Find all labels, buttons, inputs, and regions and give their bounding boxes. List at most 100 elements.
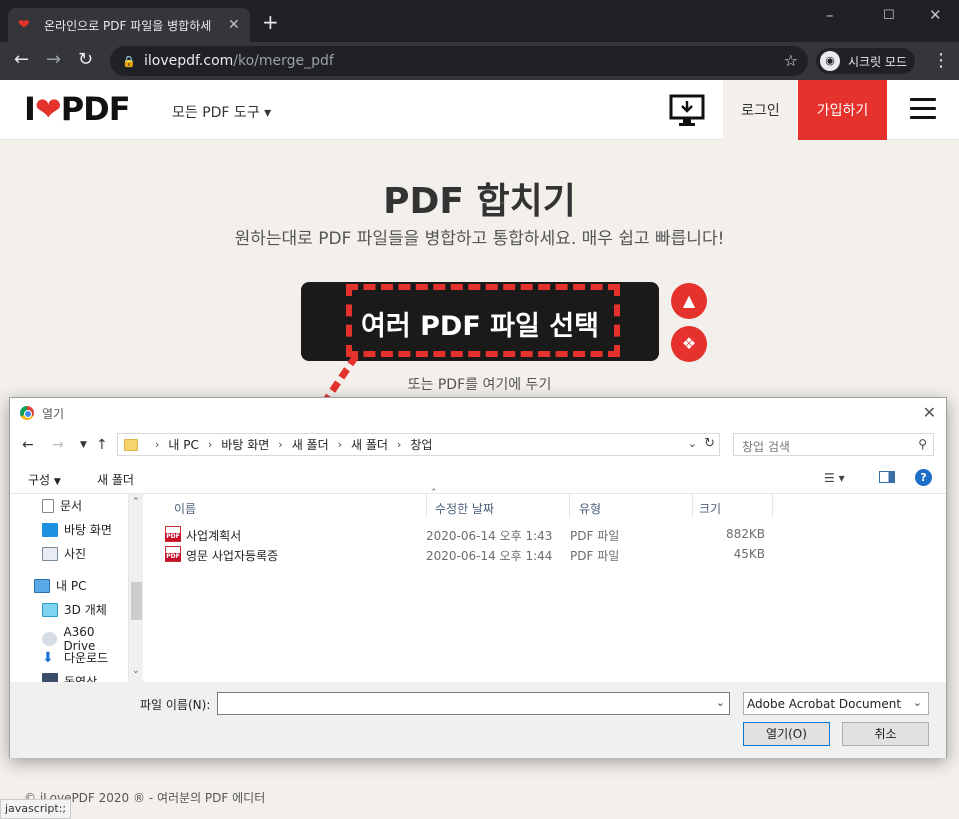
tree-item-desktop[interactable]: 바탕 화면 xyxy=(42,521,112,538)
signup-button[interactable]: 가입하기 xyxy=(798,80,887,140)
column-date[interactable]: 수정한 날짜 xyxy=(435,500,494,517)
breadcrumb-item[interactable]: 새 폴더 xyxy=(292,436,329,453)
dropbox-icon[interactable]: ❖ xyxy=(671,326,707,362)
dialog-close-icon[interactable]: ✕ xyxy=(923,403,936,422)
column-size[interactable]: 크기 xyxy=(699,500,721,517)
file-row[interactable]: 영문 사업자등록증 2020-06-14 오후 1:44 PDF 파일 45KB xyxy=(155,544,946,564)
tree-item-pictures[interactable]: 사진 xyxy=(42,545,86,562)
scroll-up-icon[interactable]: ⌃ xyxy=(132,497,140,507)
window-close-icon[interactable]: ✕ xyxy=(929,6,942,24)
organize-button[interactable]: 구성 ▼ xyxy=(28,471,61,488)
folder-icon xyxy=(124,438,138,451)
crumb-separator: › xyxy=(278,438,283,451)
help-icon[interactable]: ? xyxy=(915,469,932,486)
browser-tab[interactable]: ❤ 온라인으로 PDF 파일을 병합하세 ✕ xyxy=(8,8,250,42)
breadcrumb-item[interactable]: 바탕 화면 xyxy=(221,436,269,453)
tree-item-videos[interactable]: 동영상 xyxy=(42,673,97,682)
select-pdf-files-label: 여러 PDF 파일 선택 xyxy=(361,311,599,342)
forward-icon[interactable]: → xyxy=(46,50,61,70)
new-folder-button[interactable]: 새 폴더 xyxy=(97,471,134,488)
incognito-label: 시크릿 모드 xyxy=(848,54,908,69)
ilovepdf-logo[interactable]: I❤PDF xyxy=(24,90,131,128)
new-tab-icon[interactable]: + xyxy=(262,12,279,32)
address-bar[interactable]: 🔒 ilovepdf.com/ko/merge_pdf ☆ xyxy=(110,46,808,76)
browser-menu-icon[interactable]: ⋮ xyxy=(932,50,950,71)
filename-label: 파일 이름(N): xyxy=(140,698,211,712)
view-options-icon[interactable]: ☰ ▾ xyxy=(824,471,845,485)
breadcrumb-item[interactable]: 새 폴더 xyxy=(351,436,388,453)
computer-icon xyxy=(34,578,50,593)
minimize-icon[interactable]: – xyxy=(826,6,834,24)
hamburger-menu-icon[interactable] xyxy=(910,98,936,120)
file-type: PDF 파일 xyxy=(570,549,620,563)
file-type: PDF 파일 xyxy=(570,529,620,543)
folder-path-bar[interactable]: › 내 PC › 바탕 화면 › 새 폴더 › 새 폴더 › 창업 ⌄ ↻ xyxy=(117,433,720,456)
reload-icon[interactable]: ↻ xyxy=(78,50,93,70)
preview-pane-icon[interactable] xyxy=(879,471,895,483)
tree-item-downloads[interactable]: ⬇ 다운로드 xyxy=(42,649,108,666)
google-drive-icon[interactable]: ▲ xyxy=(671,283,707,319)
incognito-indicator[interactable]: ◉ 시크릿 모드 xyxy=(816,48,916,74)
column-divider[interactable] xyxy=(569,494,570,518)
file-list-header: ⌃ 이름 수정한 날짜 유형 크기 xyxy=(155,488,946,518)
dialog-back-icon[interactable]: ← xyxy=(22,437,34,453)
column-divider[interactable] xyxy=(772,494,773,518)
folder-search-input[interactable]: 창업 검색 ⚲ xyxy=(733,433,934,456)
select-pdf-files-button[interactable]: 여러 PDF 파일 선택 xyxy=(301,282,659,361)
browser-toolbar: ← → ↻ 🔒 ilovepdf.com/ko/merge_pdf ☆ ◉ 시크… xyxy=(0,42,959,80)
file-row[interactable]: 사업계획서 2020-06-14 오후 1:43 PDF 파일 882KB xyxy=(155,524,946,544)
scrollbar-thumb[interactable] xyxy=(131,582,142,620)
breadcrumb-item[interactable]: 창업 xyxy=(410,436,432,453)
tab-title: 온라인으로 PDF 파일을 병합하세 xyxy=(44,18,212,33)
site-header: I❤PDF 모든 PDF 도구 ▾ 로그인 가입하기 xyxy=(0,80,959,140)
scroll-down-icon[interactable]: ⌄ xyxy=(132,666,140,676)
recent-locations-icon[interactable]: ▼ xyxy=(80,440,87,450)
maximize-icon[interactable]: ☐ xyxy=(883,8,895,23)
bookmark-star-icon[interactable]: ☆ xyxy=(784,51,798,70)
incognito-icon: ◉ xyxy=(820,51,840,71)
column-divider[interactable] xyxy=(426,494,427,518)
dialog-body: 문서 바탕 화면 사진 내 PC 3D 개체 A360 Drive ⬇ 다운로드… xyxy=(10,488,946,682)
column-name[interactable]: 이름 xyxy=(174,500,196,517)
back-icon[interactable]: ← xyxy=(14,50,29,70)
open-button[interactable]: 열기(O) xyxy=(743,722,830,746)
3d-objects-icon xyxy=(42,602,58,617)
breadcrumb-item[interactable]: 내 PC xyxy=(168,436,198,453)
tab-close-icon[interactable]: ✕ xyxy=(228,17,240,33)
ilovepdf-favicon-icon: ❤ xyxy=(18,17,30,33)
dialog-navbar: ← → ▼ ↑ › 내 PC › 바탕 화면 › 새 폴더 › 새 폴더 › 창… xyxy=(10,428,946,462)
desktop-app-icon[interactable] xyxy=(669,92,705,128)
dialog-footer: 파일 이름(N): ⌄ Adobe Acrobat Document ⌄ 열기(… xyxy=(10,682,946,758)
up-folder-icon[interactable]: ↑ xyxy=(96,437,108,453)
file-open-dialog: 열기 ✕ ← → ▼ ↑ › 내 PC › 바탕 화면 › 새 폴더 › 새 폴… xyxy=(9,397,947,758)
file-type-select[interactable]: Adobe Acrobat Document ⌄ xyxy=(743,692,929,715)
page-subtitle: 원하는대로 PDF 파일들을 병합하고 통합하세요. 매우 쉽고 빠릅니다! xyxy=(234,229,725,249)
cancel-button[interactable]: 취소 xyxy=(842,722,929,746)
pdf-file-icon xyxy=(165,526,181,542)
dialog-forward-icon[interactable]: → xyxy=(52,437,64,453)
search-placeholder: 창업 검색 xyxy=(742,440,790,454)
filename-input[interactable]: ⌄ xyxy=(217,692,730,715)
crumb-separator: › xyxy=(396,438,402,451)
filename-history-icon[interactable]: ⌄ xyxy=(716,696,725,709)
file-name: 사업계획서 xyxy=(186,529,242,543)
tree-scrollbar[interactable]: ⌃ ⌄ xyxy=(128,494,143,682)
video-icon xyxy=(42,673,58,682)
login-button[interactable]: 로그인 xyxy=(723,80,798,140)
path-dropdown-icon[interactable]: ⌄ xyxy=(688,437,697,450)
tree-item-3d-objects[interactable]: 3D 개체 xyxy=(42,601,107,618)
file-type-dropdown-icon: ⌄ xyxy=(912,696,922,709)
refresh-icon[interactable]: ↻ xyxy=(704,436,715,451)
pictures-icon xyxy=(42,546,58,561)
file-size: 45KB xyxy=(733,547,765,561)
column-divider[interactable] xyxy=(692,494,693,518)
sort-ascending-icon: ⌃ xyxy=(430,488,438,498)
tree-item-this-pc[interactable]: 내 PC xyxy=(34,577,86,594)
column-type[interactable]: 유형 xyxy=(579,500,601,517)
tree-item-documents[interactable]: 문서 xyxy=(42,497,82,514)
all-tools-menu[interactable]: 모든 PDF 도구 ▾ xyxy=(172,102,271,122)
heart-logo-icon: ❤ xyxy=(34,90,62,128)
drop-zone-text: 또는 PDF를 여기에 두기 xyxy=(407,377,552,393)
dialog-titlebar: 열기 ✕ xyxy=(10,398,946,428)
cloud-drive-icon xyxy=(42,632,58,646)
